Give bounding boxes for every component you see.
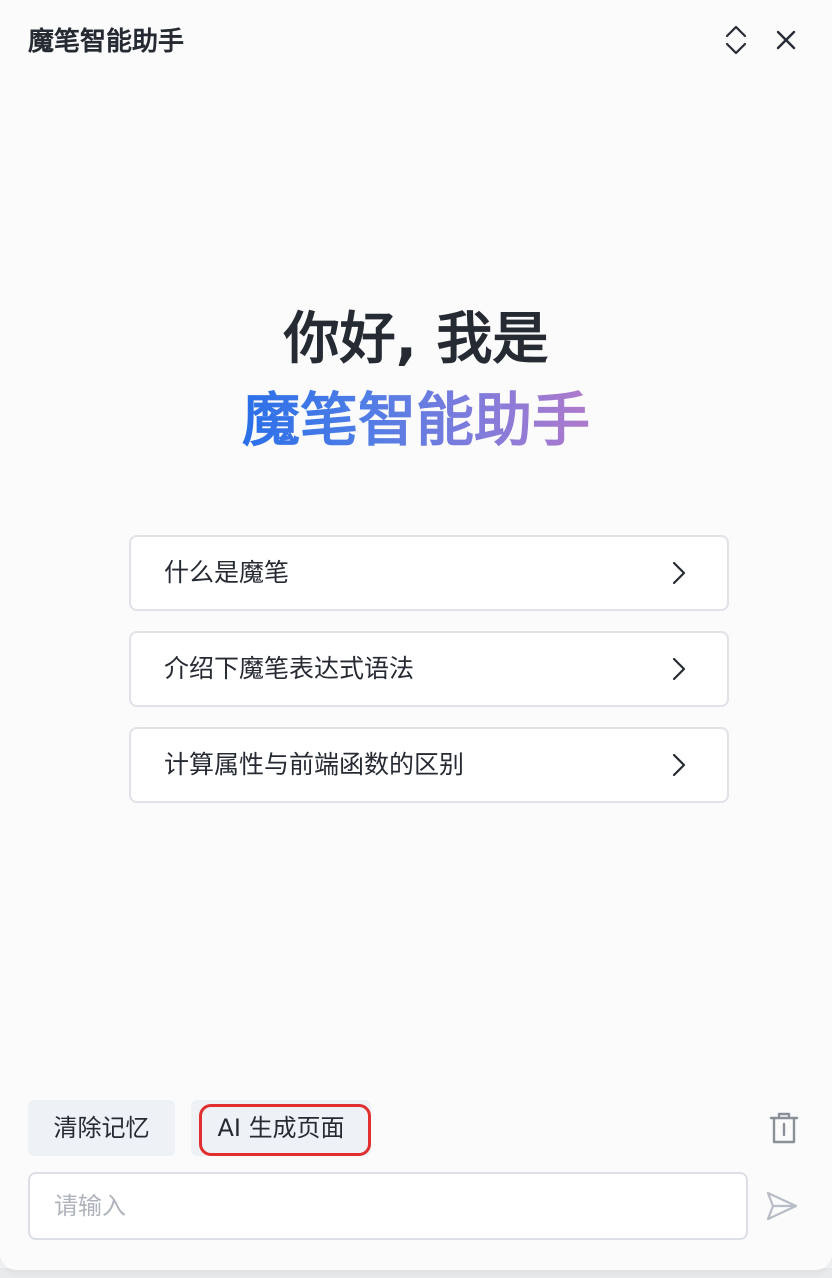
chevron-right-icon (672, 753, 686, 777)
chevron-up-down-icon (725, 25, 747, 55)
delete-button[interactable] (764, 1108, 804, 1148)
suggestion-card[interactable]: 计算属性与前端函数的区别 (129, 727, 729, 803)
suggestion-label: 什么是魔笔 (164, 558, 290, 587)
ai-generate-page-button[interactable]: AI 生成页面 (191, 1100, 371, 1156)
chevron-right-icon (672, 657, 686, 681)
send-button[interactable] (762, 1186, 802, 1226)
trash-icon (769, 1112, 799, 1144)
message-input[interactable] (28, 1172, 748, 1240)
panel-title: 魔笔智能助手 (28, 27, 185, 57)
brand-name: 魔笔智能助手 (241, 386, 590, 454)
clear-memory-button[interactable]: 清除记忆 (28, 1100, 175, 1156)
suggestion-card[interactable]: 介绍下魔笔表达式语法 (129, 631, 729, 707)
welcome-brand: 魔笔智能助手 (0, 380, 832, 460)
assistant-panel: 魔笔智能助手 你好, 我是 魔笔智能助手 什么是魔笔 介绍下魔笔表达式语法 计算… (0, 0, 832, 1270)
chevron-right-icon (672, 561, 686, 585)
welcome-greeting: 你好, 我是 (283, 307, 549, 372)
suggestion-label: 计算属性与前端函数的区别 (164, 750, 465, 779)
expand-button[interactable] (716, 20, 756, 60)
close-button[interactable] (766, 20, 806, 60)
close-icon (776, 30, 796, 50)
suggestion-label: 介绍下魔笔表达式语法 (164, 654, 415, 683)
suggestion-card[interactable]: 什么是魔笔 (129, 535, 729, 611)
send-icon (766, 1191, 798, 1221)
